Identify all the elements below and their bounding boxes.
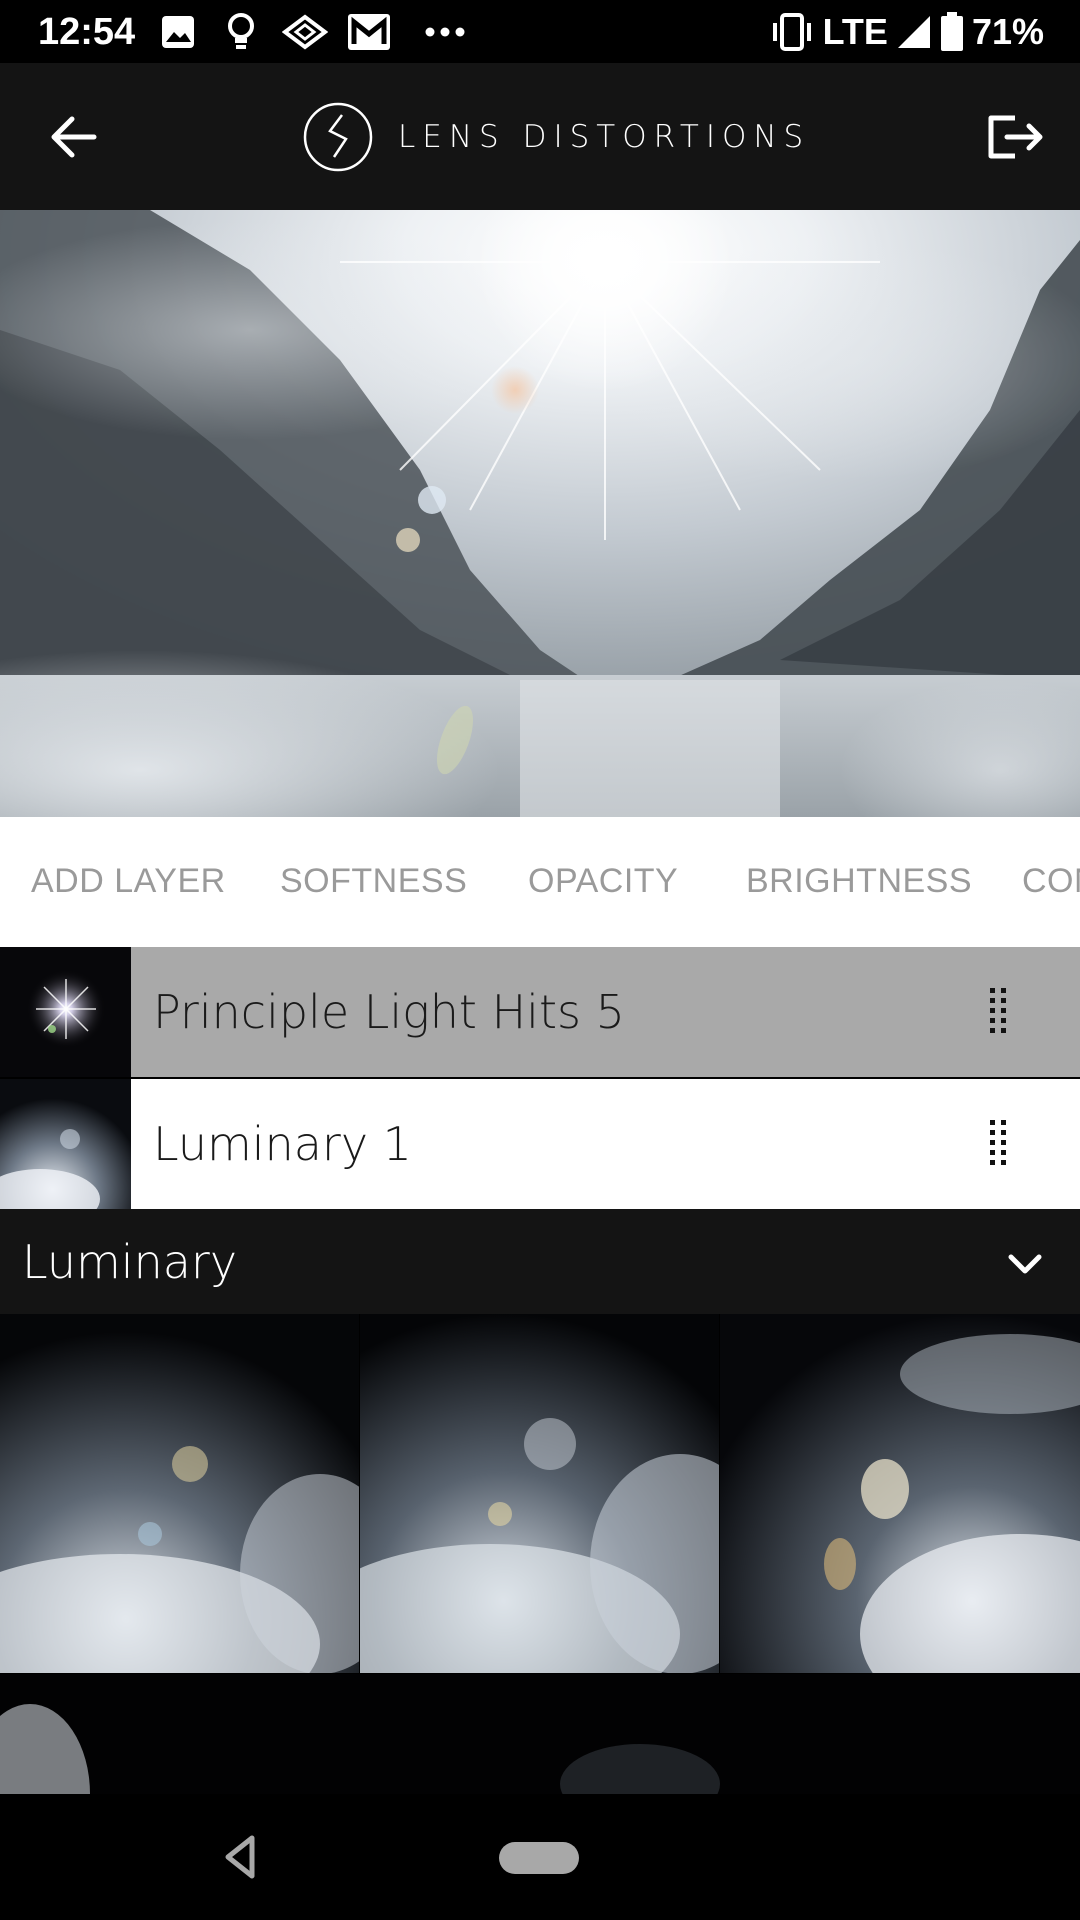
status-bar: 12:54 LTE 71% <box>0 0 1080 63</box>
chevron-down-icon[interactable] <box>1000 1239 1050 1289</box>
lens-logo-icon <box>303 102 373 172</box>
photo-preview[interactable] <box>0 210 1080 817</box>
opacity-button[interactable]: OPACITY <box>528 862 678 901</box>
preset-thumbnail[interactable] <box>360 1314 719 1673</box>
edit-toolbar: ADD LAYER SOFTNESS OPACITY BRIGHTNESS CO… <box>0 817 1080 947</box>
layer-row-selected[interactable]: Principle Light Hits 5 <box>0 947 1080 1077</box>
app-title: LENS DISTORTIONS <box>398 119 811 155</box>
vibrate-icon <box>769 12 815 52</box>
layer-thumbnail <box>0 1079 131 1209</box>
status-right-cluster: LTE 71% <box>769 8 1044 56</box>
category-dropdown[interactable]: Luminary <box>0 1209 1080 1314</box>
status-time: 12:54 <box>38 11 136 53</box>
contrast-button[interactable]: CON <box>1022 862 1080 901</box>
preset-grid <box>0 1314 1080 1794</box>
softness-button[interactable]: SOFTNESS <box>280 862 467 901</box>
image-icon <box>160 12 196 52</box>
drag-handle-icon[interactable] <box>978 1114 1018 1174</box>
category-label: Luminary <box>22 1235 238 1289</box>
nav-home-button[interactable] <box>499 1842 579 1874</box>
brightness-button[interactable]: BRIGHTNESS <box>746 862 972 901</box>
preset-row-partial[interactable] <box>0 1674 1080 1794</box>
battery-level: 71% <box>971 11 1044 52</box>
preset-thumbnail[interactable] <box>0 1314 359 1673</box>
export-icon <box>988 115 1043 159</box>
layer-thumbnail <box>0 947 131 1077</box>
add-layer-button[interactable]: ADD LAYER <box>31 862 226 901</box>
layer-name: Luminary 1 <box>153 1117 412 1171</box>
app-brand: LENS DISTORTIONS <box>302 99 810 175</box>
arrow-left-icon <box>51 116 97 158</box>
app-bar: LENS DISTORTIONS <box>0 63 1080 210</box>
bulb-icon <box>226 12 256 52</box>
layer-name: Principle Light Hits 5 <box>153 985 625 1039</box>
signal-icon <box>896 14 932 50</box>
layer-row[interactable]: Luminary 1 <box>0 1079 1080 1209</box>
drag-handle-icon[interactable] <box>978 982 1018 1042</box>
gmail-icon <box>346 12 392 52</box>
network-type: LTE <box>822 11 888 52</box>
export-button[interactable] <box>980 107 1050 167</box>
cast-diamond-icon <box>282 12 328 52</box>
battery-icon <box>940 12 964 52</box>
nav-back-icon[interactable] <box>220 1832 260 1882</box>
more-dots-icon <box>424 12 466 52</box>
back-button[interactable] <box>40 107 106 167</box>
preset-thumbnail[interactable] <box>720 1314 1080 1673</box>
